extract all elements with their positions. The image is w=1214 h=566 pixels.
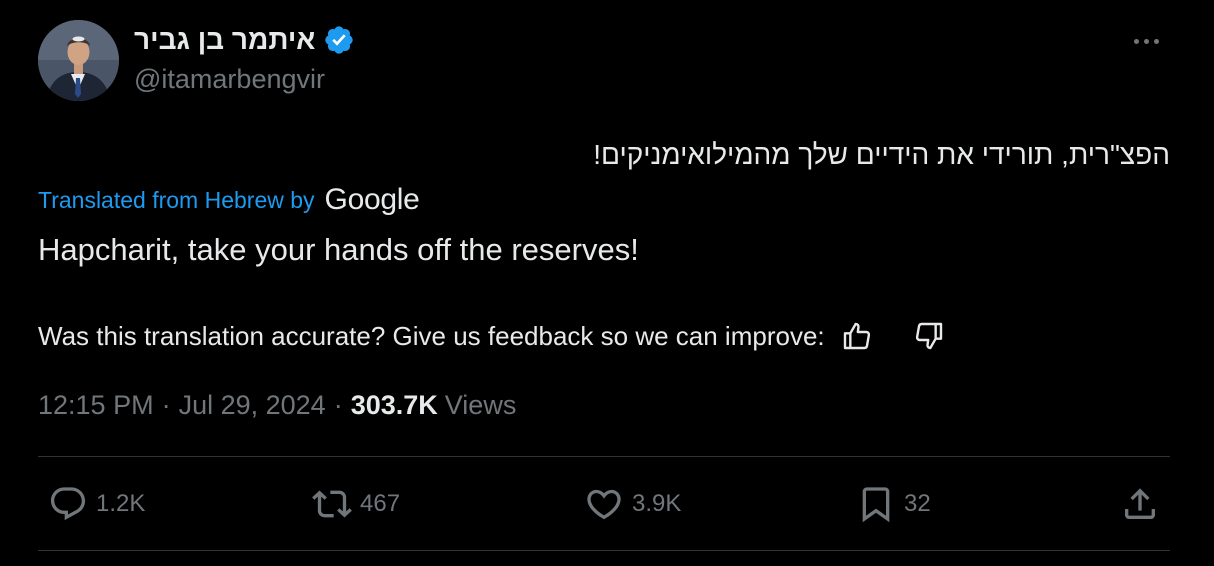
translation-feedback: Was this translation accurate? Give us f… — [38, 318, 945, 354]
views-count: 303.7K — [350, 390, 438, 420]
more-options-icon[interactable] — [1134, 36, 1168, 46]
views-label: Views — [444, 390, 517, 420]
meta-separator: · — [161, 390, 171, 420]
repost-icon — [312, 490, 352, 518]
share-icon — [1125, 488, 1155, 519]
action-bar: 1.2K 467 3.9K 32 — [0, 478, 1214, 530]
author-handle[interactable]: @itamarbengvir — [134, 62, 325, 96]
bookmark-icon — [862, 487, 890, 523]
verified-badge-icon — [325, 26, 354, 54]
repost-button[interactable]: 467 — [312, 478, 400, 530]
tweet-translation: Hapcharit, take your hands off the reser… — [38, 232, 639, 267]
avatar[interactable] — [38, 20, 119, 101]
reply-icon — [50, 487, 86, 521]
feedback-prompt: Was this translation accurate? Give us f… — [38, 321, 825, 351]
like-button[interactable]: 3.9K — [584, 478, 681, 530]
author-name-row: איתמר בן גביר — [134, 22, 355, 58]
tweet-date[interactable]: Jul 29, 2024 — [179, 387, 326, 423]
tweet-original-text: הפצ"רית, תורידי את הידיים שלך מהמילואימנ… — [593, 139, 1170, 170]
author-display-name[interactable]: איתמר בן גביר — [134, 22, 315, 58]
tweet-time[interactable]: 12:15 PM — [38, 387, 154, 423]
reply-button[interactable]: 1.2K — [48, 478, 145, 530]
google-logo: Google — [324, 183, 420, 216]
bookmark-button[interactable]: 32 — [856, 478, 931, 530]
like-count: 3.9K — [632, 490, 682, 517]
divider — [38, 550, 1170, 551]
translated-from-link[interactable]: Translated from Hebrew by — [38, 184, 315, 216]
bookmark-count: 32 — [904, 490, 931, 517]
avatar-image — [38, 20, 119, 101]
heart-icon — [587, 489, 621, 520]
reply-count: 1.2K — [96, 490, 146, 517]
repost-count: 467 — [360, 490, 401, 517]
tweet-metadata: 12:15 PM · Jul 29, 2024 · 303.7K Views — [38, 387, 516, 423]
thumbs-down-icon[interactable] — [913, 320, 945, 352]
thumbs-up-icon[interactable] — [841, 320, 873, 352]
tweet-card: איתמר בן גביר @itamarbengvir הפצ"רית, תו… — [0, 0, 1214, 566]
meta-separator: · — [333, 390, 343, 420]
translation-attribution: Translated from Hebrew by Google — [38, 183, 420, 216]
share-button[interactable] — [1120, 478, 1160, 530]
divider — [38, 456, 1170, 457]
